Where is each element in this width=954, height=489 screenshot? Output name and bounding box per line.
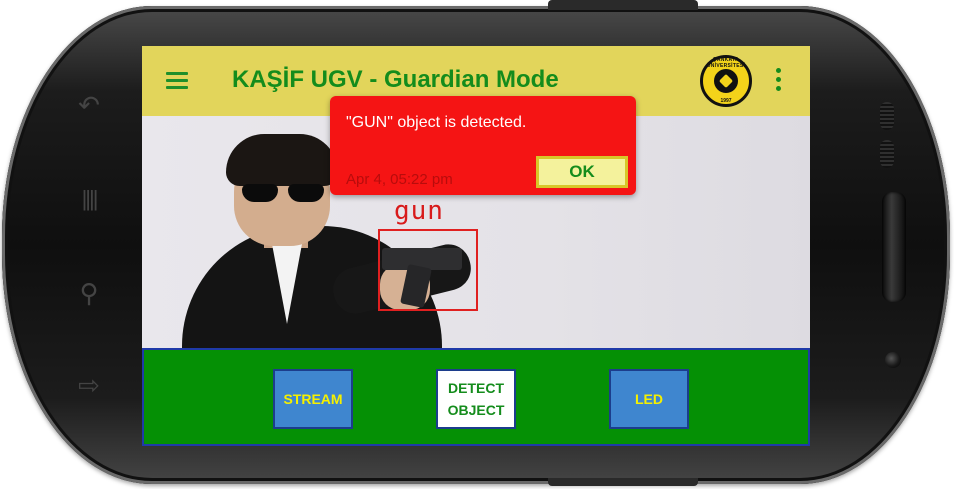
led-button[interactable]: LED xyxy=(609,369,689,429)
university-logo: ÇANKAYA ÜNİVERSİTESİ 1997 xyxy=(700,55,752,107)
camera-icon xyxy=(885,352,901,368)
speaker-grille xyxy=(880,140,894,168)
stream-button[interactable]: STREAM xyxy=(273,369,353,429)
back-icon[interactable]: ↶ xyxy=(74,90,104,121)
phone-top-edge xyxy=(548,0,698,10)
hardware-slot xyxy=(882,192,906,302)
search-icon[interactable]: ⚲ xyxy=(74,278,104,309)
control-panel: STREAM DETECT OBJECT LED xyxy=(142,348,810,446)
detection-label: gun xyxy=(394,196,444,226)
alert-dialog: "GUN" object is detected. Apr 4, 05:22 p… xyxy=(330,96,636,195)
home-icon[interactable]: ⇨ xyxy=(74,370,104,401)
app-screen: KAŞİF UGV - Guardian Mode ÇANKAYA ÜNİVER… xyxy=(142,46,810,446)
overflow-menu-icon[interactable] xyxy=(776,68,782,95)
ok-button[interactable]: OK xyxy=(536,156,628,188)
hamburger-menu-icon[interactable] xyxy=(166,72,188,89)
logo-year: 1997 xyxy=(720,98,732,104)
detection-bounding-box xyxy=(378,229,478,311)
alert-message: "GUN" object is detected. xyxy=(346,114,527,131)
app-title: KAŞİF UGV - Guardian Mode xyxy=(232,66,559,93)
menu-icon[interactable]: |||| xyxy=(74,186,104,212)
phone-bottom-edge xyxy=(548,478,698,486)
speaker-grille xyxy=(880,102,894,130)
alert-timestamp: Apr 4, 05:22 pm xyxy=(346,171,453,188)
detect-object-button[interactable]: DETECT OBJECT xyxy=(436,369,516,429)
